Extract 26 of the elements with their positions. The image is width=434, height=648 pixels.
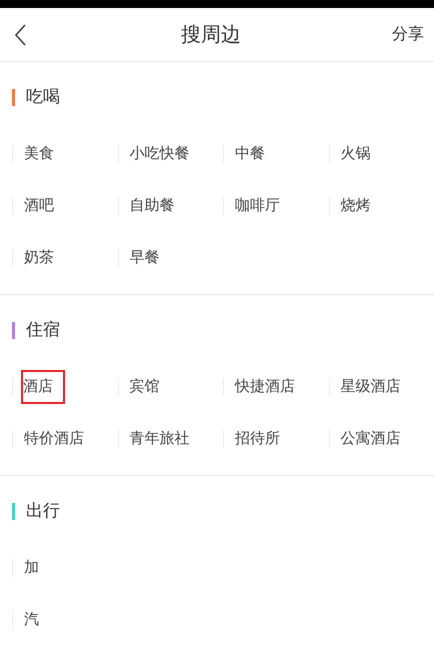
category-link[interactable]: 烧烤 — [340, 190, 370, 222]
category-link[interactable]: 星级酒店 — [340, 372, 400, 402]
category-link[interactable]: 早餐 — [130, 242, 160, 274]
category-link[interactable]: 美食 — [24, 138, 54, 170]
category-link[interactable]: 招待所 — [235, 424, 280, 454]
back-icon — [13, 22, 27, 46]
category-link[interactable]: 火锅 — [340, 138, 370, 170]
category-link[interactable]: 自助餐 — [130, 190, 174, 222]
section-title: 住宿 — [26, 319, 60, 342]
category-link[interactable]: 汽 — [24, 604, 39, 636]
category-link[interactable]: 快捷酒店 — [235, 372, 295, 402]
category-link[interactable]: 宾馆 — [130, 372, 160, 402]
category-link[interactable]: 奶茶 — [24, 242, 54, 274]
category-link[interactable]: 咖啡厅 — [235, 190, 280, 222]
category-link[interactable]: 加 — [24, 552, 39, 584]
category-link[interactable]: 特价酒店 — [24, 424, 84, 454]
category-link[interactable]: 中餐 — [235, 138, 265, 170]
category-link[interactable]: 公寓酒店 — [340, 424, 400, 454]
section-title: 出行 — [26, 500, 60, 522]
category-link[interactable]: 酒吧 — [24, 190, 54, 222]
page-title: 搜周边 — [181, 22, 241, 48]
category-link[interactable]: 小吃快餐 — [130, 138, 190, 170]
section-title: 吃喝 — [26, 86, 60, 108]
category-link[interactable]: 酒店 — [23, 372, 63, 402]
category-link[interactable]: 青年旅社 — [130, 424, 190, 454]
share-button[interactable]: 分享 — [392, 22, 424, 46]
